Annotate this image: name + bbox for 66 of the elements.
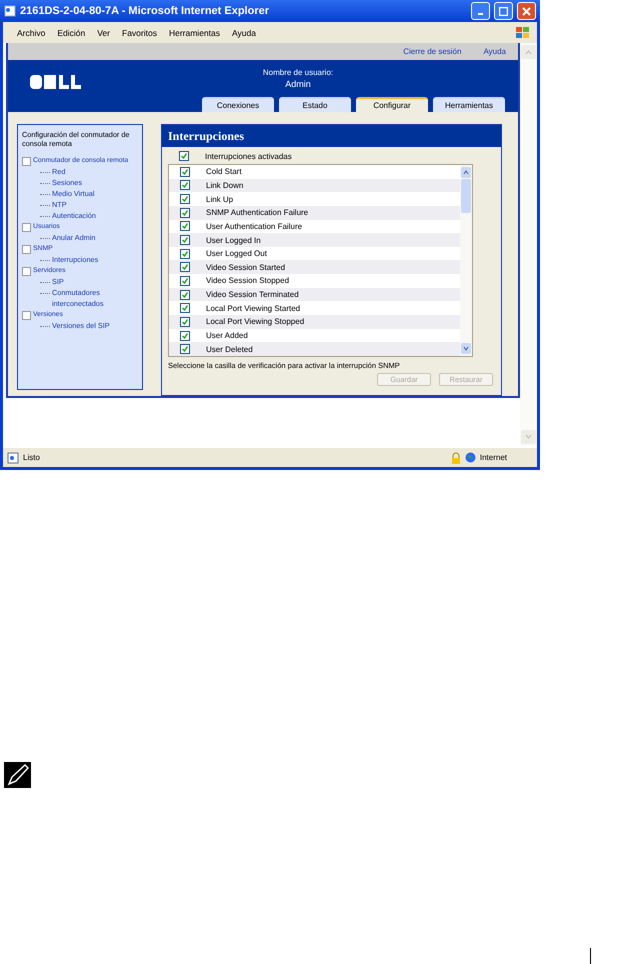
trap-label: Video Session Terminated <box>206 290 299 300</box>
panel-title: Interrupciones <box>162 125 501 147</box>
zone-text: Internet <box>480 453 507 462</box>
trap-label: Local Port Viewing Started <box>206 304 300 313</box>
window-title: 2161DS-2-04-80-7A - Microsoft Internet Explorer <box>20 5 270 17</box>
checkbox-label: Interrupciones activadas <box>205 152 292 160</box>
lock-icon <box>450 452 461 464</box>
user-label: Nombre de usuario: <box>262 68 334 78</box>
tab[interactable]: Herramientas <box>433 97 505 112</box>
menu-item[interactable]: Ver <box>97 28 110 38</box>
checkbox[interactable] <box>180 330 190 340</box>
trap-label: Local Port Viewing Stopped <box>206 317 304 326</box>
expander-icon[interactable] <box>22 244 31 254</box>
menu-item[interactable]: Edición <box>57 28 86 38</box>
checkbox[interactable] <box>180 290 190 300</box>
menu-item[interactable]: Archivo <box>17 28 46 38</box>
expander-icon[interactable] <box>22 222 31 232</box>
menu-item[interactable]: Ayuda <box>232 28 256 38</box>
user-name: Admin <box>285 79 311 90</box>
page-icon <box>7 452 19 464</box>
checkbox[interactable] <box>180 316 190 327</box>
checkbox[interactable] <box>180 208 190 218</box>
close-button[interactable] <box>517 2 536 20</box>
maximize-button[interactable] <box>494 2 513 20</box>
tab[interactable]: Estado <box>279 97 351 112</box>
close-icon <box>522 6 531 16</box>
tab[interactable]: Configurar <box>356 97 428 112</box>
minimize-button[interactable] <box>471 2 490 20</box>
maximize-icon <box>499 6 508 16</box>
checkbox[interactable] <box>180 276 190 286</box>
checkbox[interactable] <box>180 235 190 246</box>
trap-label: User Deleted <box>206 344 253 354</box>
scrollbar[interactable] <box>520 43 537 446</box>
trap-label: User Logged Out <box>206 249 267 258</box>
expander-icon[interactable] <box>22 156 31 166</box>
trap-label: User Authentication Failure <box>206 222 302 231</box>
header-link[interactable]: Ayuda <box>483 47 506 56</box>
menu-item[interactable]: Herramientas <box>168 28 220 38</box>
status-text: Listo <box>23 453 40 462</box>
trap-label: Video Session Started <box>206 262 286 272</box>
tab[interactable]: Conexiones <box>202 97 274 112</box>
trap-label: SNMP Authentication Failure <box>206 208 308 218</box>
header-link[interactable]: Cierre de sesión <box>403 47 462 56</box>
windows-flag-icon <box>515 26 531 40</box>
scrollbar[interactable] <box>460 165 472 356</box>
trap-label: User Logged In <box>206 236 261 245</box>
menu-item[interactable]: Favoritos <box>122 28 157 38</box>
expander-icon[interactable] <box>22 310 31 320</box>
page-icon <box>4 5 16 17</box>
checkbox[interactable] <box>180 180 190 190</box>
trap-label: Cold Start <box>206 167 242 176</box>
trap-label: Video Session Stopped <box>206 276 290 286</box>
checkbox[interactable] <box>180 221 190 232</box>
checkbox[interactable] <box>180 194 190 204</box>
trap-label: Link Down <box>206 180 244 190</box>
pencil-icon <box>4 762 31 788</box>
globe-icon <box>464 452 476 463</box>
expander-icon[interactable] <box>22 266 31 276</box>
checkbox[interactable] <box>180 344 190 354</box>
checkbox[interactable] <box>180 248 190 259</box>
checkbox[interactable] <box>179 151 189 161</box>
checkbox[interactable] <box>180 303 190 314</box>
checkbox[interactable] <box>180 166 190 177</box>
trap-label: User Added <box>206 331 248 340</box>
checkbox[interactable] <box>180 262 190 272</box>
trap-label: Link Up <box>206 194 234 204</box>
